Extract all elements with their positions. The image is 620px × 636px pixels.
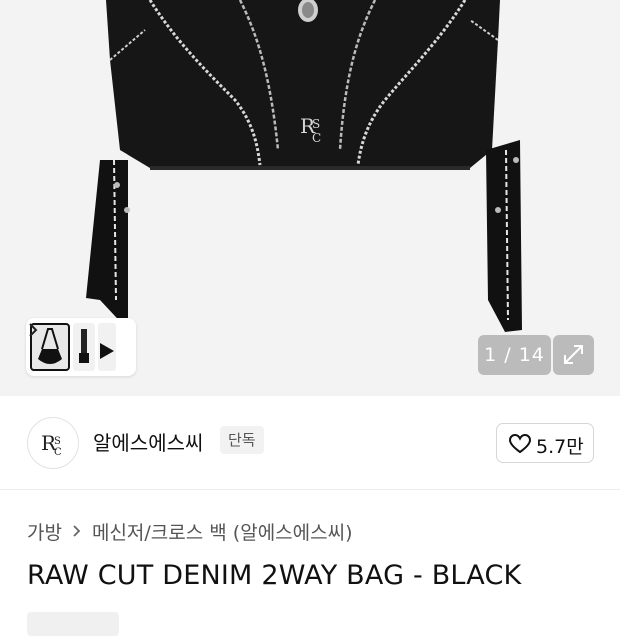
svg-text:S: S [54,436,61,447]
brand-monogram-logo: R S C [41,431,62,458]
brand-name[interactable]: 알에스에스씨 [93,427,203,456]
expand-button[interactable] [553,335,594,375]
breadcrumb-category[interactable]: 가방 [27,518,62,545]
svg-text:C: C [312,131,321,145]
product-image-gallery[interactable]: R S C 1 / 14 [0,0,620,396]
thumbnail-3[interactable] [98,323,116,371]
like-button[interactable]: 5.7만 [496,423,594,463]
thumbnail-strip[interactable] [26,318,136,376]
thumbnail-detail-image [100,343,114,359]
expand-diagonal-icon [564,345,583,364]
exclusive-badge: 단독 [220,426,264,454]
chevron-right-icon [73,525,81,537]
brand-logo[interactable]: R S C [27,417,79,469]
product-title: RAW CUT DENIM 2WAY BAG - BLACK [27,560,522,591]
heart-outline-icon [509,434,531,454]
image-counter: 1 / 14 [478,335,551,375]
svg-text:S: S [312,117,320,131]
svg-text:C: C [54,447,62,458]
thumbnail-2[interactable] [73,323,95,371]
brand-row: R S C 알에스에스씨 단독 5.7만 [0,396,620,490]
breadcrumb: 가방 메신저/크로스 백 (알에스에스씨) [27,517,353,545]
product-tag [27,612,119,636]
like-count: 5.7만 [536,436,584,458]
breadcrumb-subcategory[interactable]: 메신저/크로스 백 (알에스에스씨) [92,518,353,545]
thumbnail-model-image [79,329,89,363]
chevron-right-icon[interactable] [26,318,40,342]
